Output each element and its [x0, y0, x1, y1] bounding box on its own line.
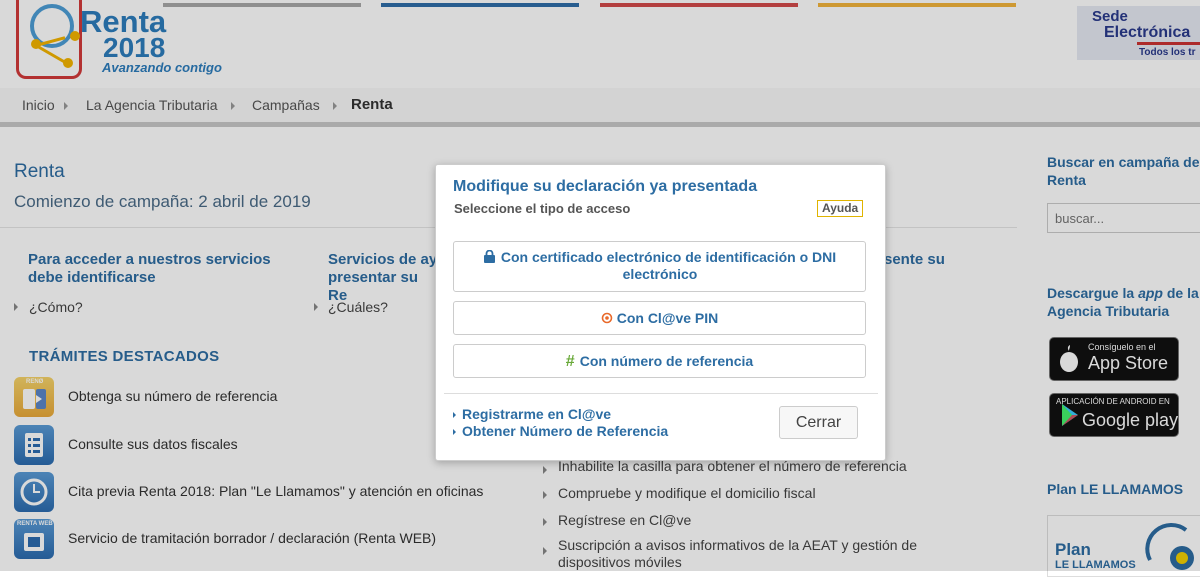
arrow-icon: [453, 412, 456, 419]
clave-icon: [601, 312, 613, 324]
obtain-reference-label: Obtener Número de Referencia: [462, 423, 669, 439]
certificate-access-button[interactable]: Con certificado electrónico de identific…: [453, 241, 866, 292]
arrow-icon: [453, 429, 456, 436]
help-button[interactable]: Ayuda: [817, 200, 864, 217]
clave-pin-button[interactable]: Con Cl@ve PIN: [453, 301, 866, 335]
access-type-dialog: Modifique su declaración ya presentada S…: [435, 164, 886, 461]
obtain-reference-link[interactable]: Obtener Número de Referencia: [453, 423, 668, 439]
register-clave-link[interactable]: Registrarme en Cl@ve: [453, 406, 611, 422]
lock-icon: [483, 249, 495, 263]
dialog-divider: [444, 393, 878, 394]
clave-pin-label: Con Cl@ve PIN: [616, 310, 719, 326]
register-clave-label: Registrarme en Cl@ve: [462, 406, 612, 422]
dialog-title: Modifique su declaración ya presentada: [453, 178, 758, 195]
close-button[interactable]: Cerrar: [779, 406, 858, 439]
reference-number-button[interactable]: # Con número de referencia: [453, 344, 866, 378]
reference-number-label: Con número de referencia: [579, 353, 754, 369]
hash-icon: #: [565, 353, 575, 370]
certificate-access-content: Con certificado electrónico de identific…: [476, 249, 844, 283]
dialog-subtitle: Seleccione el tipo de acceso: [454, 201, 631, 216]
certificate-access-label: Con certificado electrónico de identific…: [500, 249, 837, 282]
